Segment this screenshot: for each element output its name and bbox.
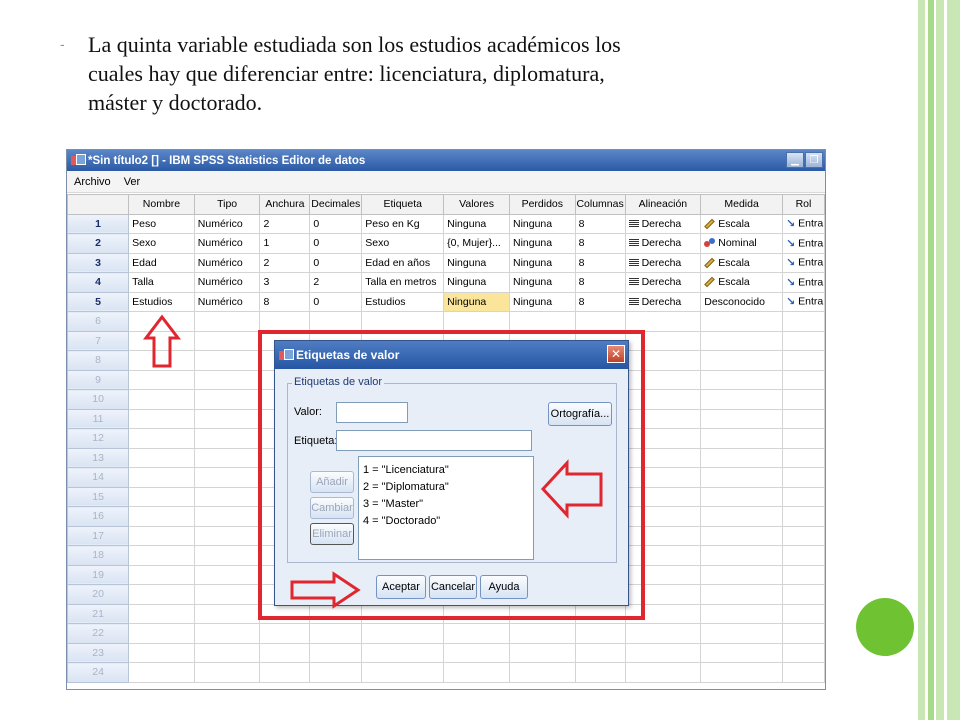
- annotation-layer: [142, 314, 603, 609]
- right-arrow-annotation: [290, 571, 361, 609]
- left-arrow-annotation: [540, 459, 603, 519]
- up-arrow-annotation: [142, 314, 182, 368]
